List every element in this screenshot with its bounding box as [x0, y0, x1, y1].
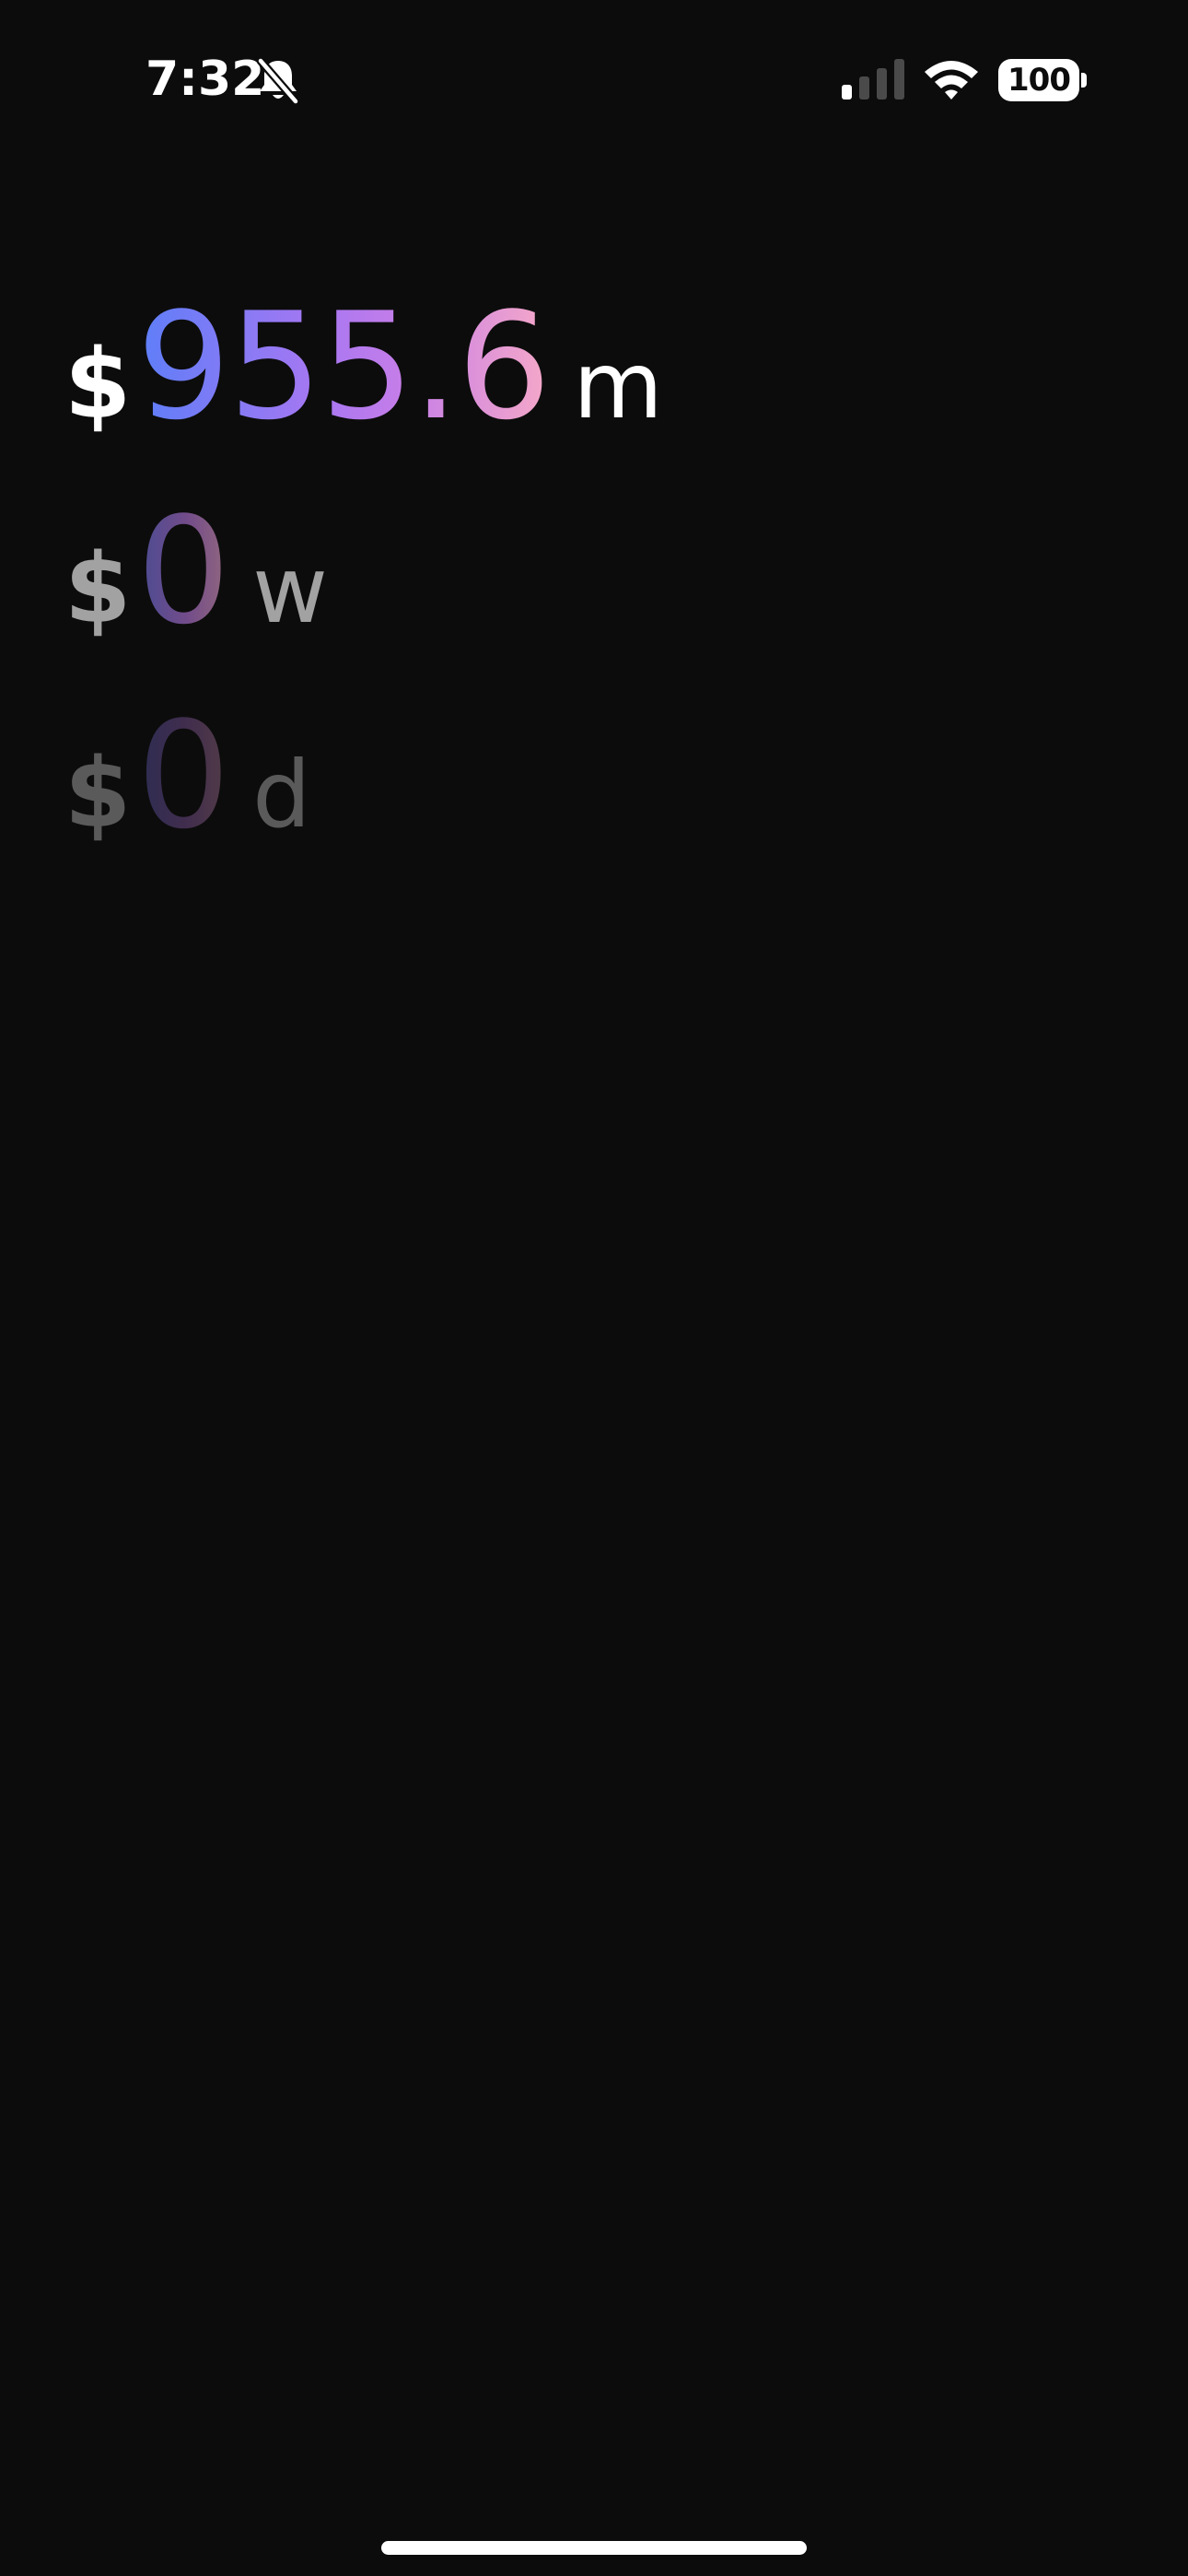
amount-value: 0: [136, 485, 230, 657]
stat-month[interactable]: $ 955.6 m: [64, 280, 663, 452]
battery-indicator: 100: [998, 59, 1087, 101]
amount-value: 955.6: [136, 280, 551, 452]
period-unit: d: [252, 741, 311, 849]
amount-value: 0: [136, 689, 230, 861]
period-unit: w: [252, 536, 328, 644]
currency-symbol: $: [64, 533, 132, 645]
currency-symbol: $: [64, 328, 132, 440]
currency-symbol: $: [64, 737, 132, 849]
wifi-icon: [925, 61, 978, 100]
battery-level: 100: [1007, 62, 1071, 99]
status-time: 7:32: [146, 52, 265, 107]
stat-week[interactable]: $ 0 w: [64, 485, 328, 657]
status-bar: 7:32 100: [0, 0, 1188, 161]
period-unit: m: [573, 332, 663, 439]
battery-cap: [1081, 73, 1087, 88]
cellular-signal-icon: [842, 59, 904, 100]
stat-day[interactable]: $ 0 d: [64, 689, 311, 861]
bell-slash-icon: [256, 57, 300, 105]
home-indicator[interactable]: [381, 2541, 807, 2555]
